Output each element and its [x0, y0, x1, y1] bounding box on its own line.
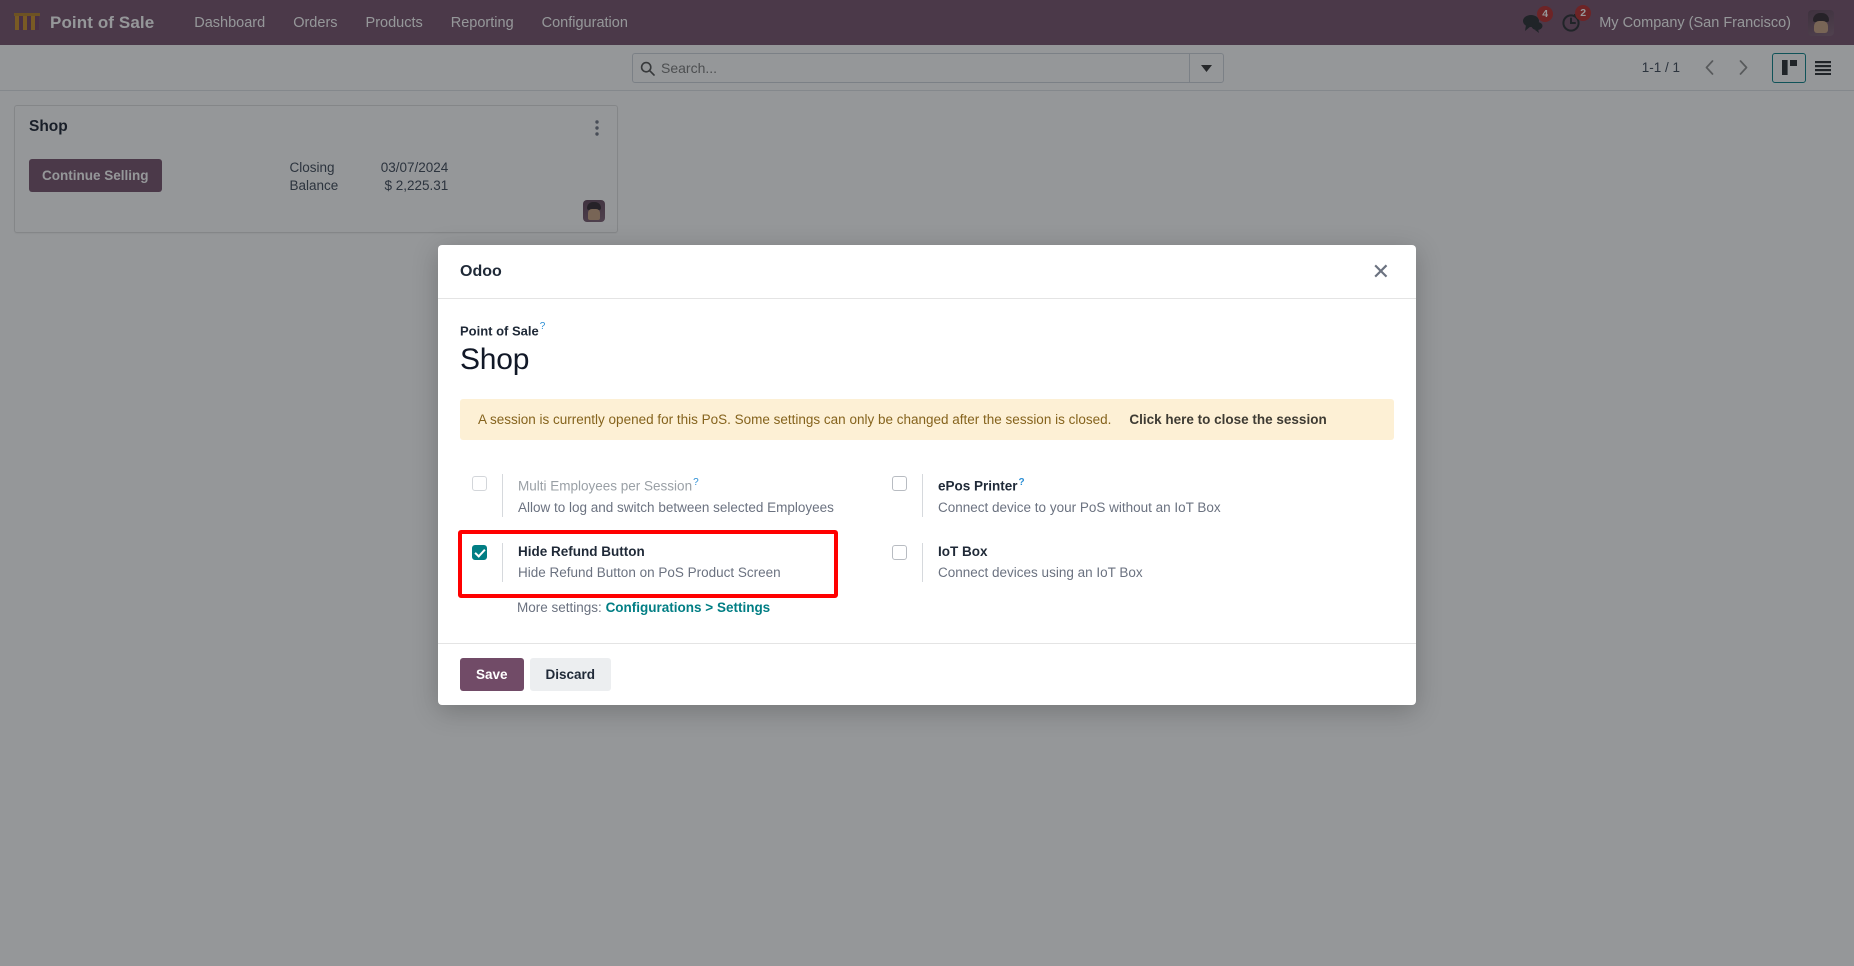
checkbox-wrap: [880, 474, 922, 492]
multi-employees-checkbox[interactable]: [472, 476, 487, 492]
setting-hide-refund-button: Hide Refund Button Hide Refund Button on…: [460, 533, 880, 598]
settings-grid: Multi Employees per Session? Allow to lo…: [460, 440, 1394, 598]
more-settings-link[interactable]: Configurations > Settings: [606, 600, 771, 615]
setting-epos-printer: ePos Printer? Connect device to your PoS…: [880, 464, 1300, 533]
setting-description: Connect devices using an IoT Box: [938, 564, 1143, 580]
breadcrumb-label: Point of Sale: [460, 323, 539, 339]
setting-text: Hide Refund Button Hide Refund Button on…: [502, 542, 781, 582]
close-session-link[interactable]: Click here to close the session: [1129, 412, 1326, 427]
screen: Point of Sale Dashboard Orders Products …: [0, 0, 1854, 966]
record-title: Shop: [460, 343, 530, 377]
setting-description: Hide Refund Button on PoS Product Screen: [518, 564, 781, 580]
discard-button[interactable]: Discard: [529, 657, 612, 691]
hide-refund-button-checkbox[interactable]: [472, 544, 487, 560]
help-question-icon[interactable]: ?: [1019, 477, 1025, 488]
close-icon[interactable]: ✕: [1368, 259, 1394, 285]
setting-text: IoT Box Connect devices using an IoT Box: [922, 542, 1143, 582]
session-alert: A session is currently opened for this P…: [460, 399, 1394, 441]
setting-label: IoT Box: [938, 543, 988, 559]
help-question-icon[interactable]: ?: [693, 477, 699, 488]
more-settings-prefix: More settings:: [517, 599, 602, 615]
settings-modal: Odoo ✕ Point of Sale? Shop A session is …: [438, 245, 1416, 705]
checkbox-wrap: [880, 543, 922, 560]
setting-label: Multi Employees per Session?: [518, 477, 699, 494]
setting-description: Connect device to your PoS without an Io…: [938, 499, 1221, 515]
save-button[interactable]: Save: [460, 657, 524, 691]
setting-text: ePos Printer? Connect device to your PoS…: [922, 474, 1221, 517]
modal-title: Odoo: [460, 262, 502, 280]
setting-multi-employees-per-session: Multi Employees per Session? Allow to lo…: [460, 464, 880, 533]
modal-header: Odoo ✕: [438, 245, 1416, 299]
checkbox-wrap: [460, 474, 502, 492]
alert-text: A session is currently opened for this P…: [478, 412, 1112, 428]
setting-iot-box: IoT Box Connect devices using an IoT Box: [880, 533, 1300, 598]
setting-label: Hide Refund Button: [518, 543, 645, 559]
breadcrumb: Point of Sale?: [460, 321, 1394, 340]
setting-text: Multi Employees per Session? Allow to lo…: [502, 474, 834, 517]
checkbox-wrap: [460, 543, 502, 560]
more-settings: More settings: Configurations > Settings: [460, 598, 1394, 615]
setting-description: Allow to log and switch between selected…: [518, 499, 834, 515]
epos-printer-checkbox[interactable]: [892, 476, 907, 492]
setting-label: ePos Printer?: [938, 477, 1025, 494]
iot-box-checkbox[interactable]: [892, 544, 907, 560]
modal-body: Point of Sale? Shop A session is current…: [438, 299, 1416, 625]
help-question-icon[interactable]: ?: [540, 321, 546, 332]
modal-footer: Save Discard: [438, 642, 1416, 705]
